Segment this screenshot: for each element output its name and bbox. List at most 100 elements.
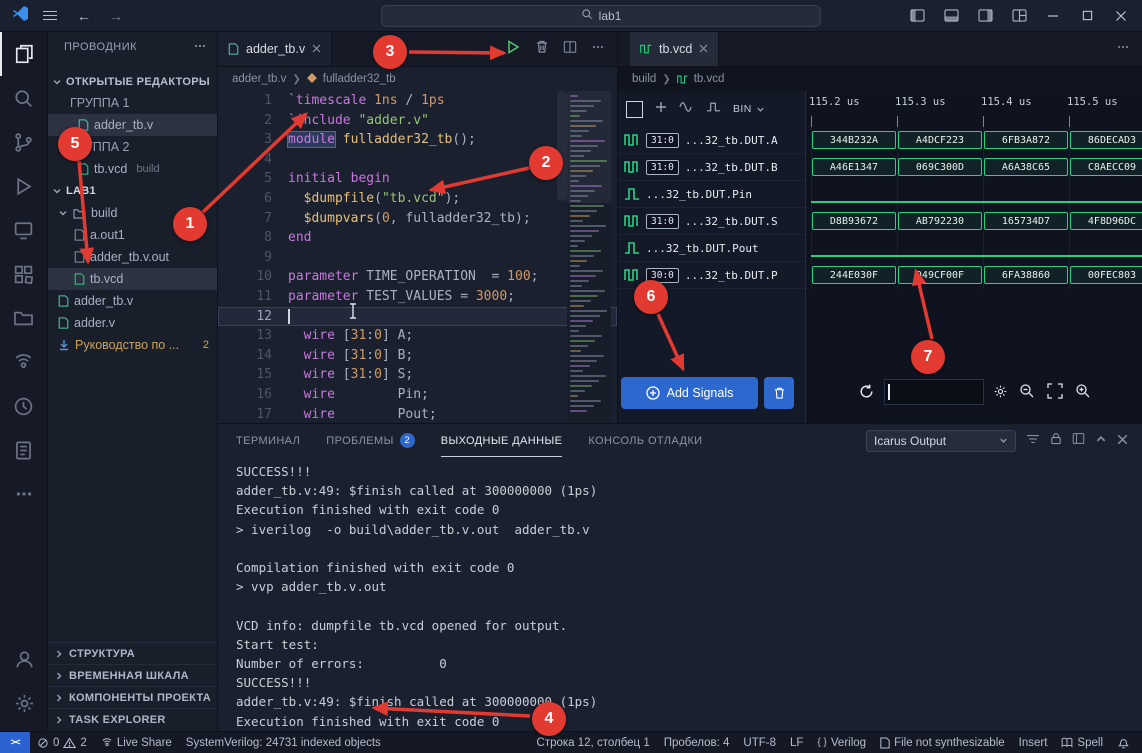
workspace-header[interactable]: LAB1 <box>48 180 217 202</box>
signal-row-...32_tb.DUT.P[interactable]: 30:0...32_tb.DUT.P <box>618 262 806 289</box>
editor-scrollbar[interactable] <box>557 91 567 201</box>
tree-item-a.out1[interactable]: a.out1 <box>48 224 217 246</box>
spell-status[interactable]: Spell <box>1054 737 1110 749</box>
output-console[interactable]: SUCCESS!!!adder_tb.v:49: $finish called … <box>218 457 1142 732</box>
encoding-status[interactable]: UTF-8 <box>736 737 783 749</box>
sidebar-section-task-explorer[interactable]: TASK EXPLORER <box>48 708 217 730</box>
activity-notebook-icon[interactable] <box>0 428 48 472</box>
open-editors-group-2[interactable]: ГРУППА 2 <box>48 136 217 158</box>
tab-close-icon[interactable] <box>699 42 708 56</box>
tab-tb-vcd[interactable]: tb.vcd <box>630 32 719 66</box>
activity-project-manager-icon[interactable] <box>0 296 48 340</box>
signal-row-...32_tb.DUT.Pout[interactable]: ...32_tb.DUT.Pout <box>618 235 806 262</box>
tab-close-icon[interactable] <box>312 42 321 56</box>
panel-tab-терминал[interactable]: ТЕРМИНАЛ <box>236 424 300 457</box>
remote-indicator[interactable]: >< <box>0 732 30 753</box>
panel-maximize-icon[interactable] <box>1095 432 1107 450</box>
live-share-status[interactable]: Live Share <box>94 737 179 749</box>
toggle-panel-icon[interactable] <box>936 3 966 29</box>
code-line-9[interactable]: 9 <box>218 248 617 268</box>
settings-gear-icon[interactable] <box>0 681 48 725</box>
systemverilog-status[interactable]: SystemVerilog: 24731 indexed objects <box>179 737 388 749</box>
activity-source-control-icon[interactable] <box>0 120 48 164</box>
wave-format-dropdown[interactable]: BIN <box>733 103 765 115</box>
tab-adder-tb[interactable]: adder_tb.v <box>218 32 332 66</box>
split-editor-icon[interactable] <box>563 40 577 59</box>
editor-more-icon[interactable] <box>591 40 605 59</box>
toggle-sidebar-icon[interactable] <box>902 3 932 29</box>
eol-status[interactable]: LF <box>783 737 810 749</box>
open-editor-item[interactable]: adder_tb.v <box>48 114 217 136</box>
code-line-13[interactable]: 13 wire [31:0] A; <box>218 326 617 346</box>
minimap[interactable] <box>567 91 611 423</box>
signal-row-...32_tb.DUT.Pin[interactable]: ...32_tb.DUT.Pin <box>618 181 806 208</box>
activity-more-icon[interactable] <box>0 472 48 516</box>
activity-explorer-icon[interactable] <box>0 32 48 76</box>
code-line-8[interactable]: 8end <box>218 228 617 248</box>
tree-item-adder.v[interactable]: adder.v <box>48 312 217 334</box>
indentation-status[interactable]: Пробелов: 4 <box>657 737 737 749</box>
code-line-15[interactable]: 15 wire [31:0] S; <box>218 365 617 385</box>
wave-search-input[interactable] <box>884 379 984 405</box>
toggle-secondary-sidebar-icon[interactable] <box>970 3 1000 29</box>
add-signals-button[interactable]: Add Signals <box>621 377 758 409</box>
notifications-bell-icon[interactable] <box>1110 736 1142 749</box>
panel-open-editor-icon[interactable] <box>1072 432 1085 450</box>
activity-run-debug-icon[interactable] <box>0 164 48 208</box>
wave-analog-icon[interactable] <box>679 100 694 118</box>
minimize-button[interactable] <box>1038 3 1068 29</box>
close-button[interactable] <box>1106 3 1136 29</box>
tree-item-adder_tb.v[interactable]: adder_tb.v <box>48 290 217 312</box>
panel-filter-icon[interactable] <box>1026 432 1040 450</box>
open-editor-item[interactable]: tb.vcdbuild <box>48 158 217 180</box>
tree-item-adder_tb.v.out[interactable]: adder_tb.v.out <box>48 246 217 268</box>
code-line-14[interactable]: 14 wire [31:0] B; <box>218 346 617 366</box>
sidebar-section-структура[interactable]: СТРУКТУРА <box>48 642 217 664</box>
breadcrumb-symbol[interactable]: fulladder32_tb <box>323 73 396 85</box>
activity-extensions-icon[interactable] <box>0 252 48 296</box>
sidebar-section-временная-шкала[interactable]: ВРЕМЕННАЯ ШКАЛА <box>48 664 217 686</box>
maximize-button[interactable] <box>1072 3 1102 29</box>
run-button[interactable] <box>505 39 521 60</box>
wave-steps-icon[interactable] <box>706 100 721 118</box>
breadcrumb-file[interactable]: tb.vcd <box>694 73 725 85</box>
panel-close-icon[interactable] <box>1117 432 1128 450</box>
signal-row-...32_tb.DUT.S[interactable]: 31:0...32_tb.DUT.S <box>618 208 806 235</box>
code-line-12[interactable]: 12 <box>218 307 617 327</box>
zoom-in-icon[interactable] <box>1072 379 1094 403</box>
activity-remote-explorer-icon[interactable] <box>0 208 48 252</box>
open-editors-group-1[interactable]: ГРУППА 1 <box>48 92 217 114</box>
trash-icon[interactable] <box>535 39 549 59</box>
sidebar-more-icon[interactable] <box>193 39 207 56</box>
nav-forward-button[interactable]: → <box>109 8 123 24</box>
problems-status[interactable]: 0 2 <box>30 737 94 749</box>
zoom-out-icon[interactable] <box>1016 379 1038 403</box>
code-line-16[interactable]: 16 wire Pin; <box>218 385 617 405</box>
wave-add-marker-icon[interactable] <box>655 100 667 118</box>
code-line-7[interactable]: 7 $dumpvars(0, fulladder32_tb); <box>218 209 617 229</box>
tree-item--...[interactable]: Руководство по ...2 <box>48 334 217 356</box>
wave-settings-gear-icon[interactable] <box>990 379 1010 403</box>
activity-search-icon[interactable] <box>0 76 48 120</box>
synthesizable-status[interactable]: File not synthesizable <box>873 737 1012 749</box>
wave-trash-button[interactable] <box>764 377 794 409</box>
open-editors-header[interactable]: ОТКРЫТЫЕ РЕДАКТОРЫ <box>48 72 217 92</box>
panel-tab-выходные-данные[interactable]: ВЫХОДНЫЕ ДАННЫЕ <box>441 424 563 457</box>
accounts-icon[interactable] <box>0 637 48 681</box>
wave-more-icon[interactable] <box>1116 40 1130 59</box>
tree-item-build[interactable]: build <box>48 202 217 224</box>
menu-icon[interactable] <box>43 8 57 23</box>
breadcrumb-dir[interactable]: build <box>632 73 656 85</box>
output-channel-select[interactable]: Icarus Output <box>866 430 1016 452</box>
code-line-11[interactable]: 11parameter TEST_VALUES = 3000; <box>218 287 617 307</box>
signal-row-...32_tb.DUT.B[interactable]: 31:0...32_tb.DUT.B <box>618 154 806 181</box>
breadcrumb-file[interactable]: adder_tb.v <box>232 73 286 85</box>
command-center-search[interactable]: lab1 <box>381 5 821 27</box>
activity-live-share-icon[interactable] <box>0 340 48 384</box>
code-line-17[interactable]: 17 wire Pout; <box>218 405 617 424</box>
code-line-10[interactable]: 10parameter TIME_OPERATION = 100; <box>218 267 617 287</box>
wave-select-box-icon[interactable] <box>626 101 643 118</box>
activity-timeline-icon[interactable] <box>0 384 48 428</box>
signal-row-...32_tb.DUT.A[interactable]: 31:0...32_tb.DUT.A <box>618 127 806 154</box>
tree-item-tb.vcd[interactable]: tb.vcd <box>48 268 217 290</box>
